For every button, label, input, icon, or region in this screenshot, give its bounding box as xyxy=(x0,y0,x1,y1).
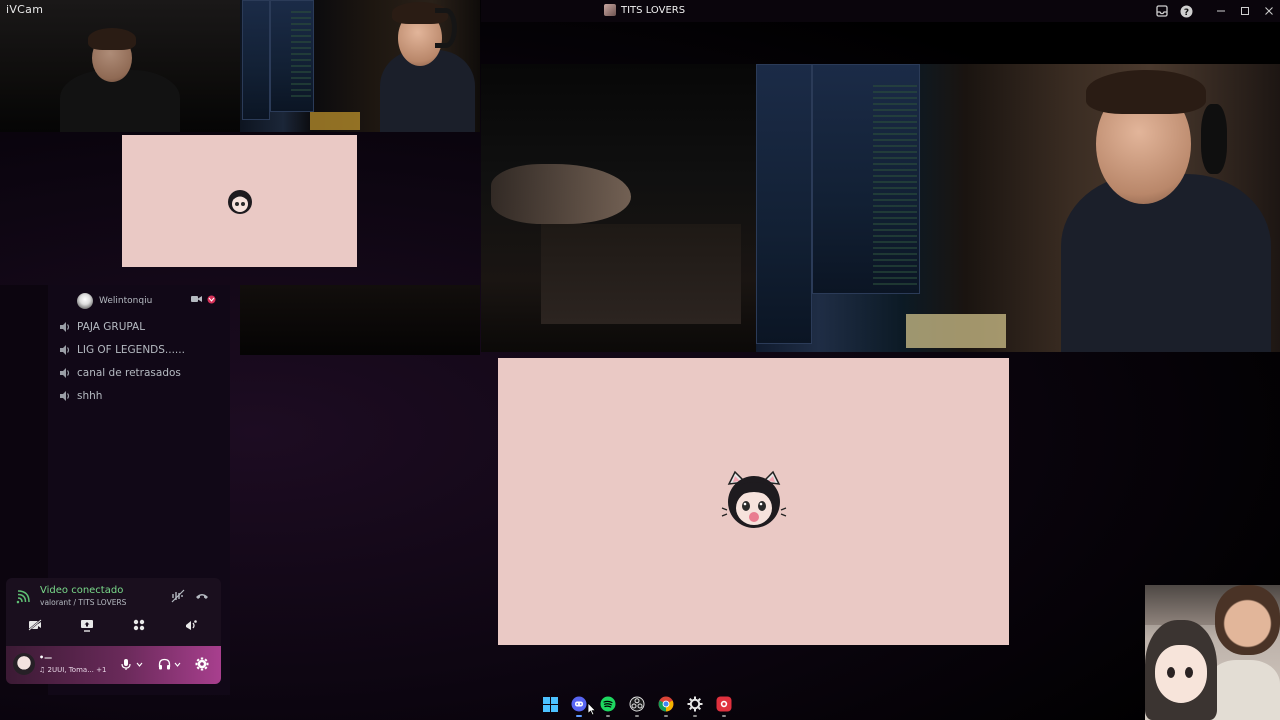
steelseries-icon[interactable] xyxy=(685,694,705,717)
microphone-button[interactable] xyxy=(118,656,134,672)
streamer-sweater xyxy=(1207,660,1280,720)
person-hair xyxy=(1086,70,1206,114)
channel-label: PAJA GRUPAL xyxy=(77,321,146,333)
obs-icon[interactable] xyxy=(627,694,647,717)
keyboard xyxy=(310,112,360,130)
voice-channel-path[interactable]: valorant / TITS LOVERS xyxy=(40,598,126,607)
headphones-button[interactable] xyxy=(156,656,172,672)
chevron-down-icon xyxy=(136,662,142,667)
voice-channel-item[interactable]: shhh xyxy=(59,390,102,402)
voice-status[interactable]: Video conectado xyxy=(40,585,123,596)
inbox-icon[interactable] xyxy=(1155,4,1169,18)
user-activity: ♫ 2UUI, Toma... +1 xyxy=(39,666,107,674)
window-title-text: TITS LOVERS xyxy=(621,4,686,16)
disconnect-icon[interactable] xyxy=(194,588,210,604)
headphones-options-button[interactable] xyxy=(172,656,182,672)
streamer-face xyxy=(1215,585,1280,655)
screen-share-icon xyxy=(81,619,93,632)
voice-member-row[interactable]: Welintonqiu xyxy=(77,293,152,309)
person-arm xyxy=(491,164,631,224)
taskbar xyxy=(540,692,734,717)
discord-icon[interactable] xyxy=(569,694,589,717)
mouse-cursor-icon xyxy=(587,702,596,716)
soundboard-icon xyxy=(186,619,197,630)
video-tile-avatar-large[interactable] xyxy=(498,358,1009,645)
close-icon[interactable] xyxy=(1262,4,1276,18)
live-indicator-icon xyxy=(207,295,216,304)
soundboard-button[interactable] xyxy=(172,614,210,636)
spotify-icon[interactable] xyxy=(598,694,618,717)
screen-share-button[interactable] xyxy=(68,614,106,636)
camera-off-icon xyxy=(28,619,42,631)
avatar xyxy=(77,293,93,309)
activities-icon xyxy=(133,619,145,631)
video-tile-camera-1[interactable] xyxy=(0,0,240,132)
channel-label: shhh xyxy=(77,390,103,402)
recorder-icon[interactable] xyxy=(714,694,734,717)
voice-channel-item[interactable]: LIG OF LEGENDS...... xyxy=(59,344,185,356)
voice-connection-panel: Video conectado valorant / TITS LOVERS •… xyxy=(6,578,221,684)
video-tile-avatar-small[interactable] xyxy=(122,135,357,267)
speaker-icon xyxy=(60,345,70,355)
channel-label: LIG OF LEGENDS...... xyxy=(77,344,185,356)
voice-member-status xyxy=(191,295,216,304)
server-icon xyxy=(604,4,616,16)
video-tile-strip xyxy=(240,285,480,355)
speaker-icon xyxy=(60,322,70,332)
channel-label: canal de retrasados xyxy=(77,367,181,379)
headphones-icon xyxy=(158,658,170,670)
windows-start-icon[interactable] xyxy=(540,694,560,714)
webcam-overlay xyxy=(1145,585,1280,720)
chrome-icon[interactable] xyxy=(656,694,676,717)
gear-icon xyxy=(195,657,209,671)
person-hoodie xyxy=(1061,174,1271,352)
headset xyxy=(1201,104,1227,174)
monitor-right xyxy=(812,64,920,294)
noise-suppression-icon[interactable] xyxy=(170,588,186,604)
person-hair xyxy=(88,28,136,50)
microphone-options-button[interactable] xyxy=(134,656,144,672)
activities-button[interactable] xyxy=(120,614,158,636)
microphone-icon xyxy=(121,658,131,670)
voice-channel-item[interactable]: canal de retrasados xyxy=(59,367,181,379)
minimize-icon[interactable] xyxy=(1214,4,1228,18)
monitor-right xyxy=(270,0,314,112)
speaker-icon xyxy=(60,368,70,378)
connection-signal-icon[interactable] xyxy=(16,590,30,604)
cat-ear-avatar-icon xyxy=(721,470,787,528)
voice-channel-item[interactable]: PAJA GRUPAL xyxy=(59,321,145,333)
anime-avatar-icon xyxy=(228,190,252,214)
video-camera-icon xyxy=(191,296,202,302)
svg-text:?: ? xyxy=(1183,8,1188,18)
monitor-left xyxy=(756,64,812,344)
user-panel: •— ♫ 2UUI, Toma... +1 xyxy=(6,646,221,684)
speaker-icon xyxy=(60,391,70,401)
help-icon[interactable]: ? xyxy=(1179,4,1193,18)
monitor-left xyxy=(242,0,270,120)
voice-member-name: Welintonqiu xyxy=(99,296,153,306)
maximize-icon[interactable] xyxy=(1238,4,1252,18)
chevron-down-icon xyxy=(174,662,180,667)
window-title: TITS LOVERS xyxy=(604,4,685,16)
headset xyxy=(435,8,457,48)
camera-toggle-button[interactable] xyxy=(16,614,54,636)
video-tile-camera-2[interactable] xyxy=(240,0,480,132)
desk xyxy=(541,224,741,324)
video-tile-camera-3[interactable] xyxy=(481,64,756,352)
anime-character-face xyxy=(1155,645,1207,703)
app-title: iVCam xyxy=(6,3,44,16)
user-name[interactable]: •— xyxy=(39,653,52,662)
settings-button[interactable] xyxy=(194,656,210,672)
video-tile-camera-4[interactable] xyxy=(756,64,1280,352)
avatar[interactable] xyxy=(13,653,35,675)
keyboard xyxy=(906,314,1006,348)
